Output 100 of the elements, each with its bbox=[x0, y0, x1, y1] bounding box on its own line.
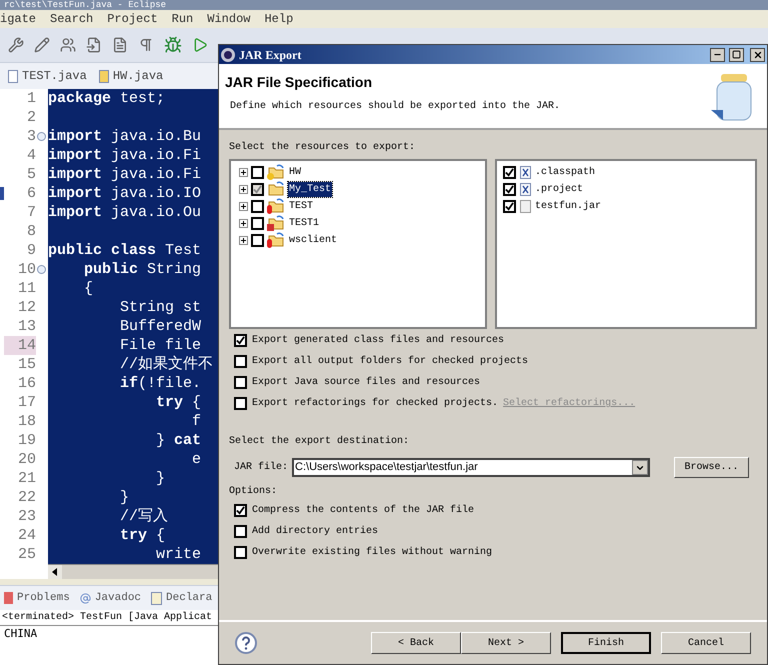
problems-icon bbox=[4, 592, 13, 604]
file-name[interactable]: .project bbox=[535, 182, 584, 196]
view-tab[interactable]: Declara bbox=[151, 590, 212, 606]
dialog-button[interactable]: Cancel bbox=[661, 632, 751, 654]
code-line: e bbox=[191, 450, 202, 469]
tree-item-label[interactable]: TEST1 bbox=[288, 216, 320, 230]
menu-item[interactable]: Help bbox=[264, 10, 294, 28]
bug-icon[interactable] bbox=[164, 36, 182, 54]
console-header: <terminated> TestFun [Java Applicat bbox=[0, 610, 218, 626]
file-checkbox[interactable] bbox=[503, 182, 516, 196]
editor-tab[interactable]: HW.java bbox=[98, 67, 164, 85]
tree-item-label[interactable]: HW bbox=[288, 164, 302, 180]
menu-item[interactable]: Run bbox=[172, 10, 194, 28]
users-icon[interactable] bbox=[60, 37, 76, 53]
dropdown-button[interactable] bbox=[632, 460, 648, 475]
menu-item[interactable]: Search bbox=[50, 10, 94, 28]
pilcrow-icon[interactable] bbox=[138, 37, 154, 53]
option-checkbox[interactable] bbox=[234, 525, 247, 538]
tree-item-label[interactable]: TEST bbox=[288, 198, 314, 214]
wrench-icon[interactable] bbox=[8, 37, 24, 53]
code-line: if(!file. bbox=[119, 374, 202, 393]
file-icon[interactable] bbox=[86, 37, 102, 53]
file-name[interactable]: testfun.jar bbox=[535, 198, 602, 214]
project-checkbox[interactable] bbox=[251, 234, 264, 246]
page-heading: JAR File Specification bbox=[225, 73, 374, 92]
help-icon[interactable] bbox=[235, 632, 257, 654]
line-number: 22 bbox=[16, 488, 36, 507]
dialog-button[interactable]: < Back bbox=[371, 632, 461, 654]
option-checkbox[interactable] bbox=[234, 397, 247, 410]
jar-file-combo[interactable]: C:\Users\workspace\testjar\testfun.jar bbox=[292, 458, 650, 477]
minimize-button[interactable] bbox=[710, 48, 725, 62]
menu-item[interactable]: Window bbox=[207, 10, 250, 28]
tree-item-label[interactable]: wsclient bbox=[288, 232, 338, 248]
dialog-button[interactable]: Finish bbox=[561, 632, 651, 654]
pencil-icon[interactable] bbox=[34, 37, 50, 53]
dialog-button[interactable]: Next > bbox=[461, 632, 551, 654]
document-icon[interactable] bbox=[112, 37, 128, 53]
project-tree[interactable]: HW My_Test TEST TEST1 wsclient bbox=[229, 159, 487, 329]
code-editor[interactable] bbox=[48, 89, 218, 564]
line-number: 16 bbox=[16, 374, 36, 393]
eclipse-logo-icon bbox=[221, 48, 235, 62]
line-number: 10 bbox=[16, 260, 36, 279]
code-line: public class Test bbox=[48, 241, 202, 260]
console-output: CHINA bbox=[3, 626, 38, 642]
option-label: Overwrite existing files without warning bbox=[252, 546, 492, 560]
option-label: Export generated class files and resources bbox=[252, 334, 504, 348]
code-line: //如果文件不 bbox=[119, 355, 214, 374]
option-checkbox[interactable] bbox=[234, 546, 247, 559]
bookmark-marker bbox=[0, 187, 4, 200]
expand-icon[interactable] bbox=[239, 202, 248, 210]
line-number: 11 bbox=[16, 279, 36, 298]
close-button[interactable] bbox=[750, 48, 765, 62]
browse-button[interactable]: Browse... bbox=[674, 457, 750, 478]
fold-icon[interactable] bbox=[37, 265, 46, 274]
line-number: 23 bbox=[16, 507, 36, 526]
window-title: rc\test\TestFun.java - Eclipse bbox=[4, 0, 166, 10]
view-tab[interactable]: Problems bbox=[4, 590, 70, 606]
project-checkbox[interactable] bbox=[251, 166, 264, 178]
line-number: 19 bbox=[16, 431, 36, 450]
file-checkbox[interactable] bbox=[503, 166, 516, 178]
editor-tab[interactable]: TEST.java bbox=[8, 67, 87, 85]
line-number: 15 bbox=[16, 355, 36, 374]
expand-icon[interactable] bbox=[239, 218, 248, 228]
code-line: } cat bbox=[155, 431, 202, 450]
expand-icon[interactable] bbox=[239, 184, 248, 194]
file-list[interactable]: .classpath .project testfun.jar bbox=[495, 159, 757, 329]
option-checkbox[interactable] bbox=[234, 334, 247, 347]
section-label: Select the export destination: bbox=[229, 434, 410, 449]
expand-icon[interactable] bbox=[239, 236, 248, 244]
view-tab[interactable]: Javadoc bbox=[80, 590, 142, 606]
project-checkbox[interactable] bbox=[251, 200, 264, 212]
option-label: Export all output folders for checked projects bbox=[252, 354, 528, 369]
maximize-button[interactable] bbox=[729, 48, 744, 62]
line-number: 20 bbox=[16, 450, 36, 469]
option-checkbox[interactable] bbox=[234, 355, 247, 368]
code-line: import java.io.IO bbox=[48, 184, 202, 203]
fold-icon[interactable] bbox=[37, 132, 46, 141]
section-label: Select the resources to export: bbox=[229, 140, 416, 155]
option-checkbox[interactable] bbox=[234, 376, 247, 389]
jar-file-value: C:\Users\workspace\testjar\testfun.jar bbox=[294, 460, 479, 476]
option-label: Export Java source files and resources bbox=[252, 376, 480, 390]
project-checkbox[interactable] bbox=[251, 216, 264, 230]
option-label: Compress the contents of the JAR file bbox=[252, 504, 474, 518]
code-line: package test; bbox=[48, 89, 166, 108]
code-line: f bbox=[191, 412, 202, 431]
run-icon[interactable] bbox=[192, 37, 208, 53]
menu-item[interactable]: igate bbox=[0, 10, 36, 28]
line-number: 9 bbox=[26, 241, 36, 260]
menu-item[interactable]: Project bbox=[107, 10, 158, 28]
expand-icon[interactable] bbox=[239, 168, 248, 176]
file-checkbox[interactable] bbox=[503, 200, 516, 212]
file-name[interactable]: .classpath bbox=[535, 164, 596, 180]
project-checkbox[interactable] bbox=[251, 182, 264, 196]
line-number: 8 bbox=[26, 222, 36, 241]
horizontal-scrollbar[interactable] bbox=[48, 564, 218, 579]
option-checkbox[interactable] bbox=[234, 504, 247, 517]
dialog-title: JAR Export bbox=[239, 46, 302, 64]
tree-item-label[interactable]: My_Test bbox=[288, 182, 332, 196]
option-label: Add directory entries bbox=[252, 524, 378, 539]
scroll-left-icon[interactable] bbox=[48, 565, 62, 579]
